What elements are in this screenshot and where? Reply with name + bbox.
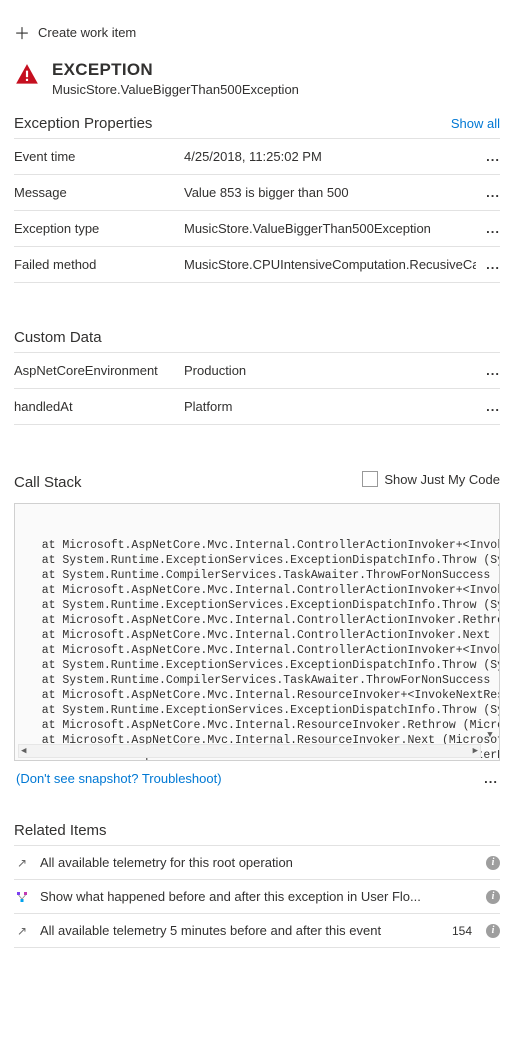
- exception-type-name: MusicStore.ValueBiggerThan500Exception: [52, 82, 299, 97]
- exception-header: EXCEPTION MusicStore.ValueBiggerThan500E…: [14, 60, 500, 97]
- scroll-left-icon: ◀: [21, 744, 26, 759]
- exception-properties-table: Event time 4/25/2018, 11:25:02 PM ... Me…: [14, 138, 500, 283]
- property-key: Event time: [14, 149, 184, 164]
- info-icon[interactable]: i: [486, 890, 500, 904]
- arrow-icon: ↗: [14, 856, 30, 870]
- more-icon[interactable]: ...: [476, 149, 500, 164]
- flow-icon: [14, 891, 30, 903]
- arrow-icon: ↗: [14, 924, 30, 938]
- info-icon[interactable]: i: [486, 856, 500, 870]
- property-value: 4/25/2018, 11:25:02 PM: [184, 149, 476, 164]
- more-icon[interactable]: ...: [476, 185, 500, 200]
- property-row: Failed method MusicStore.CPUIntensiveCom…: [14, 247, 500, 283]
- create-work-item-label: Create work item: [38, 25, 136, 40]
- property-row: Message Value 853 is bigger than 500 ...: [14, 175, 500, 211]
- property-key: handledAt: [14, 399, 184, 414]
- show-just-my-code-checkbox[interactable]: Show Just My Code: [362, 471, 500, 487]
- more-icon[interactable]: ...: [476, 363, 500, 378]
- related-item-label: Show what happened before and after this…: [40, 889, 462, 904]
- related-item-label: All available telemetry 5 minutes before…: [40, 923, 442, 938]
- property-row: Exception type MusicStore.ValueBiggerTha…: [14, 211, 500, 247]
- related-item-row[interactable]: Show what happened before and after this…: [14, 880, 500, 914]
- exception-properties-title: Exception Properties: [14, 115, 152, 132]
- checkbox-box-icon: [362, 471, 378, 487]
- show-all-link[interactable]: Show all: [451, 116, 500, 131]
- plus-icon: ＋: [14, 20, 30, 44]
- info-icon[interactable]: i: [486, 924, 500, 938]
- call-stack-text[interactable]: at Microsoft.AspNetCore.Mvc.Internal.Con…: [14, 503, 500, 761]
- warning-icon: [14, 62, 40, 88]
- related-item-count: 154: [452, 924, 476, 938]
- more-icon[interactable]: ...: [474, 771, 498, 786]
- more-icon[interactable]: ...: [476, 221, 500, 236]
- property-value: Platform: [184, 399, 476, 414]
- property-value: Value 853 is bigger than 500: [184, 185, 476, 200]
- more-icon[interactable]: ...: [476, 257, 500, 272]
- property-row: handledAt Platform ...: [14, 389, 500, 425]
- custom-data-title: Custom Data: [14, 329, 102, 346]
- related-items-title: Related Items: [14, 822, 107, 839]
- horizontal-scrollbar[interactable]: ◀ ▶: [18, 744, 481, 758]
- related-item-row[interactable]: ↗ All available telemetry 5 minutes befo…: [14, 914, 500, 948]
- related-items-table: ↗ All available telemetry for this root …: [14, 845, 500, 948]
- troubleshoot-link[interactable]: (Don't see snapshot? Troubleshoot): [16, 771, 222, 786]
- property-value: MusicStore.CPUIntensiveComputation.Recus…: [184, 257, 476, 272]
- property-key: AspNetCoreEnvironment: [14, 363, 184, 378]
- more-icon[interactable]: ...: [476, 399, 500, 414]
- create-work-item-button[interactable]: ＋ Create work item: [14, 14, 500, 60]
- related-item-row[interactable]: ↗ All available telemetry for this root …: [14, 846, 500, 880]
- property-row: AspNetCoreEnvironment Production ...: [14, 353, 500, 389]
- custom-data-table: AspNetCoreEnvironment Production ... han…: [14, 352, 500, 425]
- property-key: Failed method: [14, 257, 184, 272]
- show-just-my-code-label: Show Just My Code: [384, 472, 500, 487]
- property-key: Exception type: [14, 221, 184, 236]
- related-item-label: All available telemetry for this root op…: [40, 855, 462, 870]
- property-key: Message: [14, 185, 184, 200]
- call-stack-title: Call Stack: [14, 474, 82, 491]
- scroll-down-icon[interactable]: ▼: [483, 728, 497, 742]
- exception-heading: EXCEPTION: [52, 60, 299, 80]
- property-value: Production: [184, 363, 476, 378]
- property-value: MusicStore.ValueBiggerThan500Exception: [184, 221, 476, 236]
- property-row: Event time 4/25/2018, 11:25:02 PM ...: [14, 139, 500, 175]
- scroll-right-icon: ▶: [473, 744, 478, 759]
